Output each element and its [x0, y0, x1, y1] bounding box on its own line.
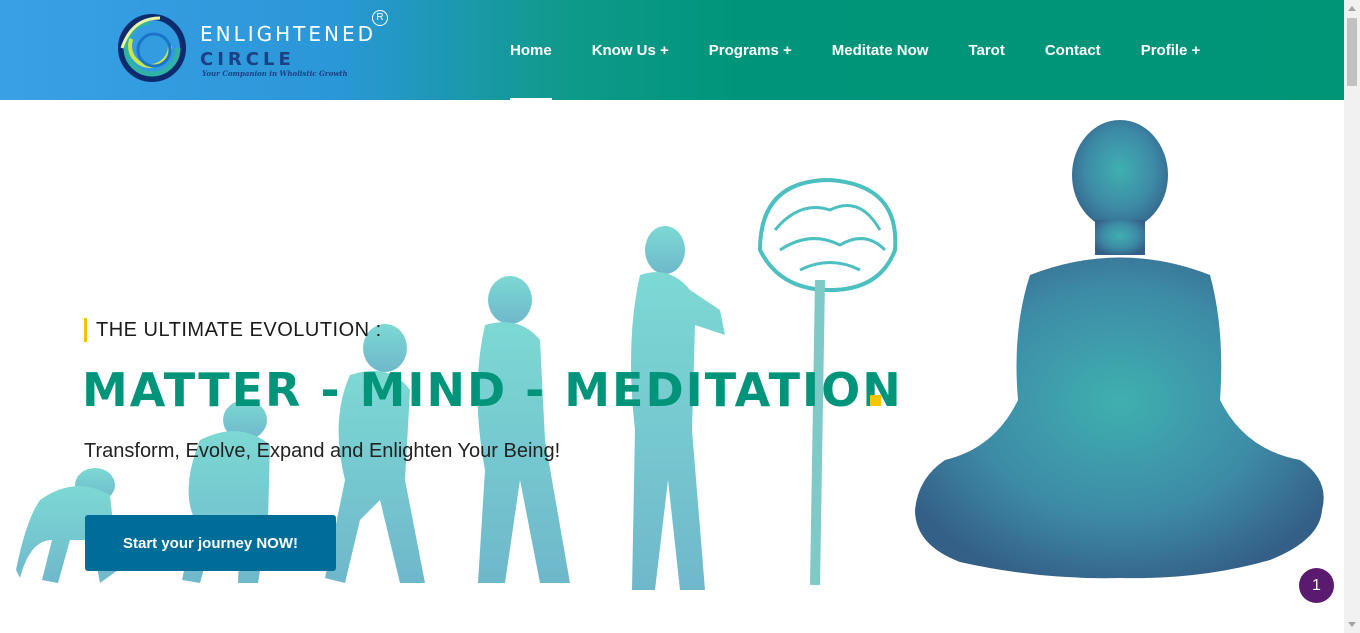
logo-title: ENLIGHTENED [200, 22, 377, 46]
evolution-figure-4 [477, 276, 570, 583]
scroll-up-icon[interactable] [1348, 6, 1356, 11]
nav-programs[interactable]: Programs + [689, 0, 812, 100]
meditating-figure-illustration [915, 120, 1324, 579]
logo-subtitle: CIRCLE [200, 49, 295, 70]
headline-dot-accent [870, 395, 881, 406]
nav-know-us[interactable]: Know Us + [572, 0, 689, 100]
notification-badge[interactable]: 1 [1299, 568, 1334, 603]
registered-mark-icon: R [372, 10, 388, 26]
main-nav: Home Know Us + Programs + Meditate Now T… [490, 0, 1220, 100]
scrollbar-thumb[interactable] [1347, 18, 1357, 86]
nav-profile[interactable]: Profile + [1121, 0, 1221, 100]
logo-tagline: Your Companion in Wholistic Growth [202, 69, 348, 78]
site-logo[interactable]: ENLIGHTENED CIRCLE Your Companion in Who… [112, 8, 392, 88]
nav-home[interactable]: Home [490, 0, 572, 100]
start-journey-button[interactable]: Start your journey NOW! [85, 515, 336, 571]
hero-subline: Transform, Evolve, Expand and Enlighten … [84, 440, 561, 462]
site-header: ENLIGHTENED CIRCLE Your Companion in Who… [0, 0, 1344, 100]
hero-eyebrow: THE ULTIMATE EVOLUTION : [84, 318, 382, 342]
nav-meditate-now[interactable]: Meditate Now [812, 0, 949, 100]
nav-tarot[interactable]: Tarot [948, 0, 1024, 100]
page: ENLIGHTENED CIRCLE Your Companion in Who… [0, 0, 1360, 633]
hero-headline: MATTER - MIND - MEDITATION [82, 363, 903, 417]
page-scrollbar[interactable] [1344, 0, 1360, 633]
scroll-down-icon[interactable] [1348, 622, 1356, 627]
enso-circle-icon [118, 14, 186, 82]
nav-contact[interactable]: Contact [1025, 0, 1121, 100]
